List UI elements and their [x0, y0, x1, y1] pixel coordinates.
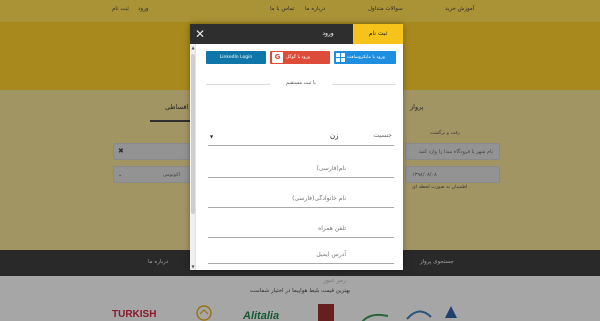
gender-select[interactable]: ▼ زن جنسیت: [208, 128, 394, 146]
tab-login[interactable]: ورود: [308, 24, 348, 44]
modal-header: ✕ ورود ثبت نام: [190, 24, 403, 44]
modal-scrollbar[interactable]: ▲ ▼: [190, 44, 196, 270]
last-name-placeholder: نام خانوادگی(فارسی): [292, 195, 346, 202]
password-field[interactable]: رمز عبور: [208, 272, 394, 284]
tab-register[interactable]: ثبت نام: [353, 24, 403, 44]
scroll-down-arrow-icon[interactable]: ▼: [190, 264, 196, 269]
linkedin-login-button[interactable]: LinkedIn Login: [206, 51, 266, 64]
scroll-thumb[interactable]: [191, 54, 195, 214]
first-name-placeholder: نام(فارسی): [316, 165, 346, 172]
last-name-field[interactable]: نام خانوادگی(فارسی): [208, 190, 394, 208]
google-login-button[interactable]: G ورود با گوگل: [270, 51, 330, 64]
auth-modal: ✕ ورود ثبت نام ▲ ▼ LinkedIn Login G ورود…: [190, 24, 403, 284]
microsoft-icon: [336, 53, 345, 62]
mobile-field[interactable]: تلفن همراه: [208, 220, 394, 238]
scroll-up-arrow-icon[interactable]: ▲: [190, 45, 196, 50]
microsoft-login-button[interactable]: ورود با مایکروسافت: [334, 51, 396, 64]
mobile-placeholder: تلفن همراه: [318, 225, 346, 232]
microsoft-login-label: ورود با مایکروسافت: [347, 55, 385, 60]
linkedin-login-label: LinkedIn Login: [219, 55, 253, 60]
dropdown-arrow-icon: ▼: [210, 134, 214, 139]
first-name-field[interactable]: نام(فارسی): [208, 160, 394, 178]
gender-value: زن: [330, 132, 339, 140]
email-field[interactable]: آدرس ایمیل: [208, 246, 394, 264]
gender-label: جنسیت: [373, 132, 392, 139]
divider-text: یا ثبت مستقیم: [270, 80, 332, 86]
close-icon[interactable]: ✕: [192, 25, 208, 43]
email-placeholder: آدرس ایمیل: [316, 251, 346, 258]
password-placeholder: رمز عبور: [323, 277, 346, 284]
google-login-label: ورود با گوگل: [286, 55, 311, 60]
google-icon: G: [272, 52, 283, 63]
